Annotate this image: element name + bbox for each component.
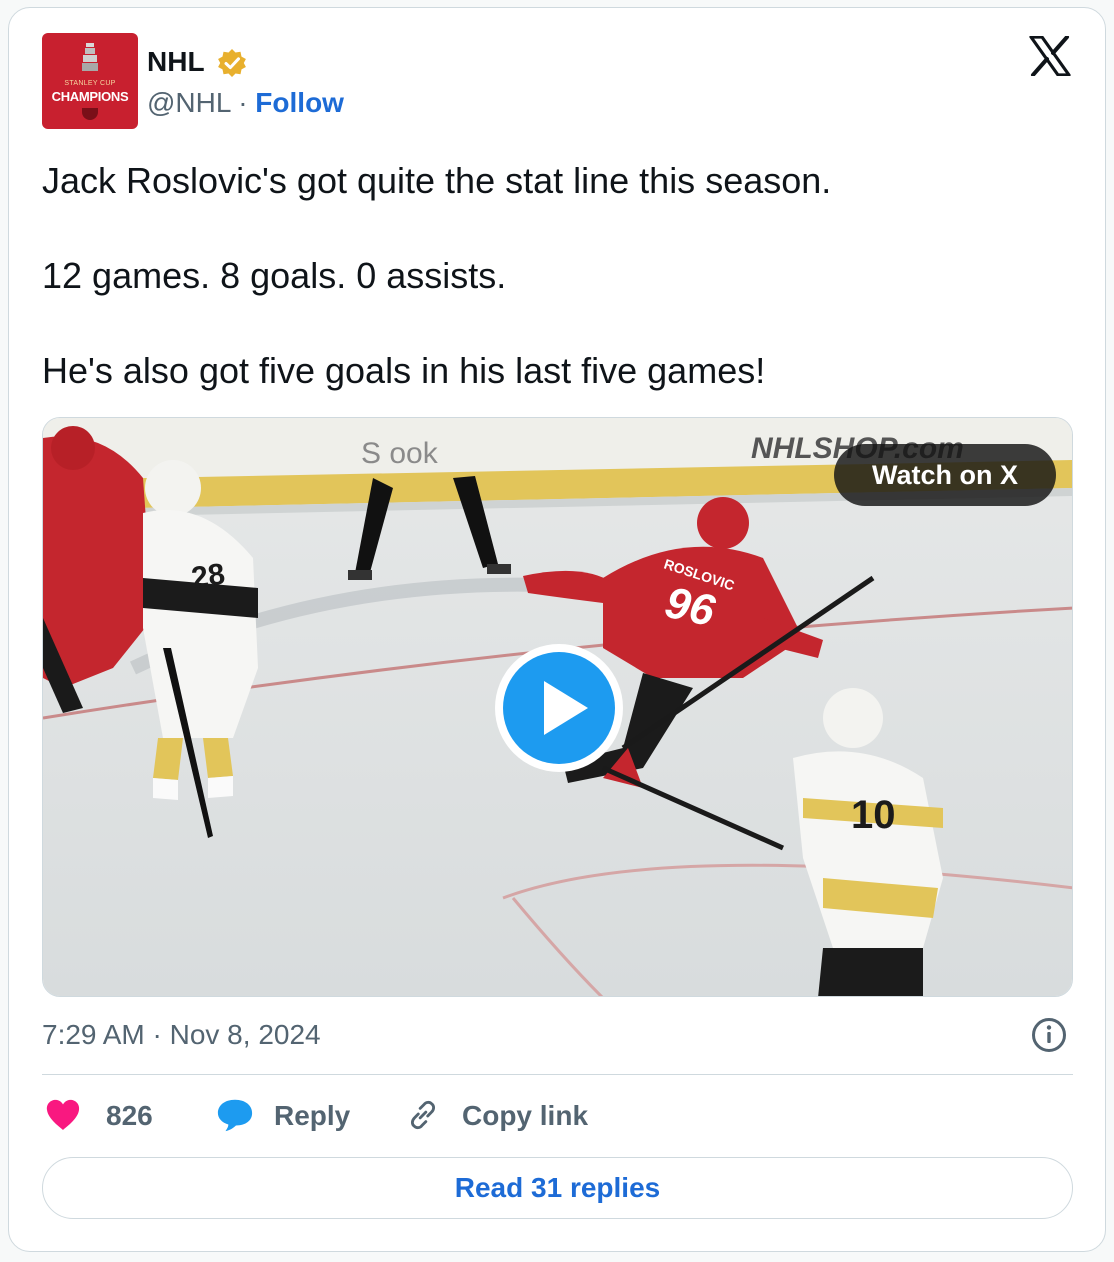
reply-button[interactable]: Reply	[214, 1093, 364, 1139]
copy-link-button[interactable]: Copy link	[404, 1093, 604, 1139]
divider	[42, 1074, 1073, 1075]
play-icon[interactable]	[492, 641, 626, 775]
tweet-text: Jack Roslovic's got quite the stat line …	[42, 158, 1082, 443]
separator-dot: ·	[238, 87, 248, 118]
jersey-number-right: 10	[851, 793, 896, 837]
account-name[interactable]: NHL	[147, 46, 205, 78]
link-icon	[410, 1100, 436, 1130]
like-count: 826	[106, 1100, 153, 1131]
heart-icon	[46, 1099, 80, 1130]
account-handle[interactable]: @NHL	[147, 87, 230, 118]
watch-on-x-button[interactable]: Watch on X	[834, 444, 1056, 506]
handle-row: @NHL · Follow	[147, 86, 344, 120]
info-icon[interactable]	[1031, 1017, 1067, 1053]
follow-link[interactable]: Follow	[255, 87, 344, 118]
stanley-cup-icon	[82, 43, 98, 71]
read-replies-button[interactable]: Read 31 replies	[42, 1157, 1073, 1219]
reply-bubble-icon	[217, 1099, 253, 1132]
tweet-line: He's also got five goals in his last fiv…	[42, 350, 766, 391]
tweet-timestamp[interactable]: 7:29 AM · Nov 8, 2024	[42, 1017, 321, 1053]
x-logo-icon[interactable]	[1029, 36, 1071, 76]
video-player[interactable]: S ook NHLSHOP.com 28	[42, 417, 1073, 997]
jersey-number-left: 28	[189, 558, 227, 595]
verified-badge-icon	[218, 49, 246, 77]
tweet-line: 12 games. 8 goals. 0 assists.	[42, 255, 507, 296]
board-ad-left: S ook	[361, 437, 439, 470]
team-crest-icon	[82, 108, 98, 120]
avatar-caption: STANLEY CUP	[64, 80, 116, 87]
copy-link-label: Copy link	[462, 1100, 589, 1131]
reply-label: Reply	[274, 1100, 351, 1131]
tweet-embed-card: STANLEY CUP CHAMPIONS NHL @NHL · Follow …	[8, 7, 1106, 1252]
avatar-title: CHAMPIONS	[51, 89, 129, 104]
avatar[interactable]: STANLEY CUP CHAMPIONS	[42, 33, 138, 129]
tweet-line: Jack Roslovic's got quite the stat line …	[42, 160, 832, 201]
like-button[interactable]: 826	[42, 1093, 172, 1139]
